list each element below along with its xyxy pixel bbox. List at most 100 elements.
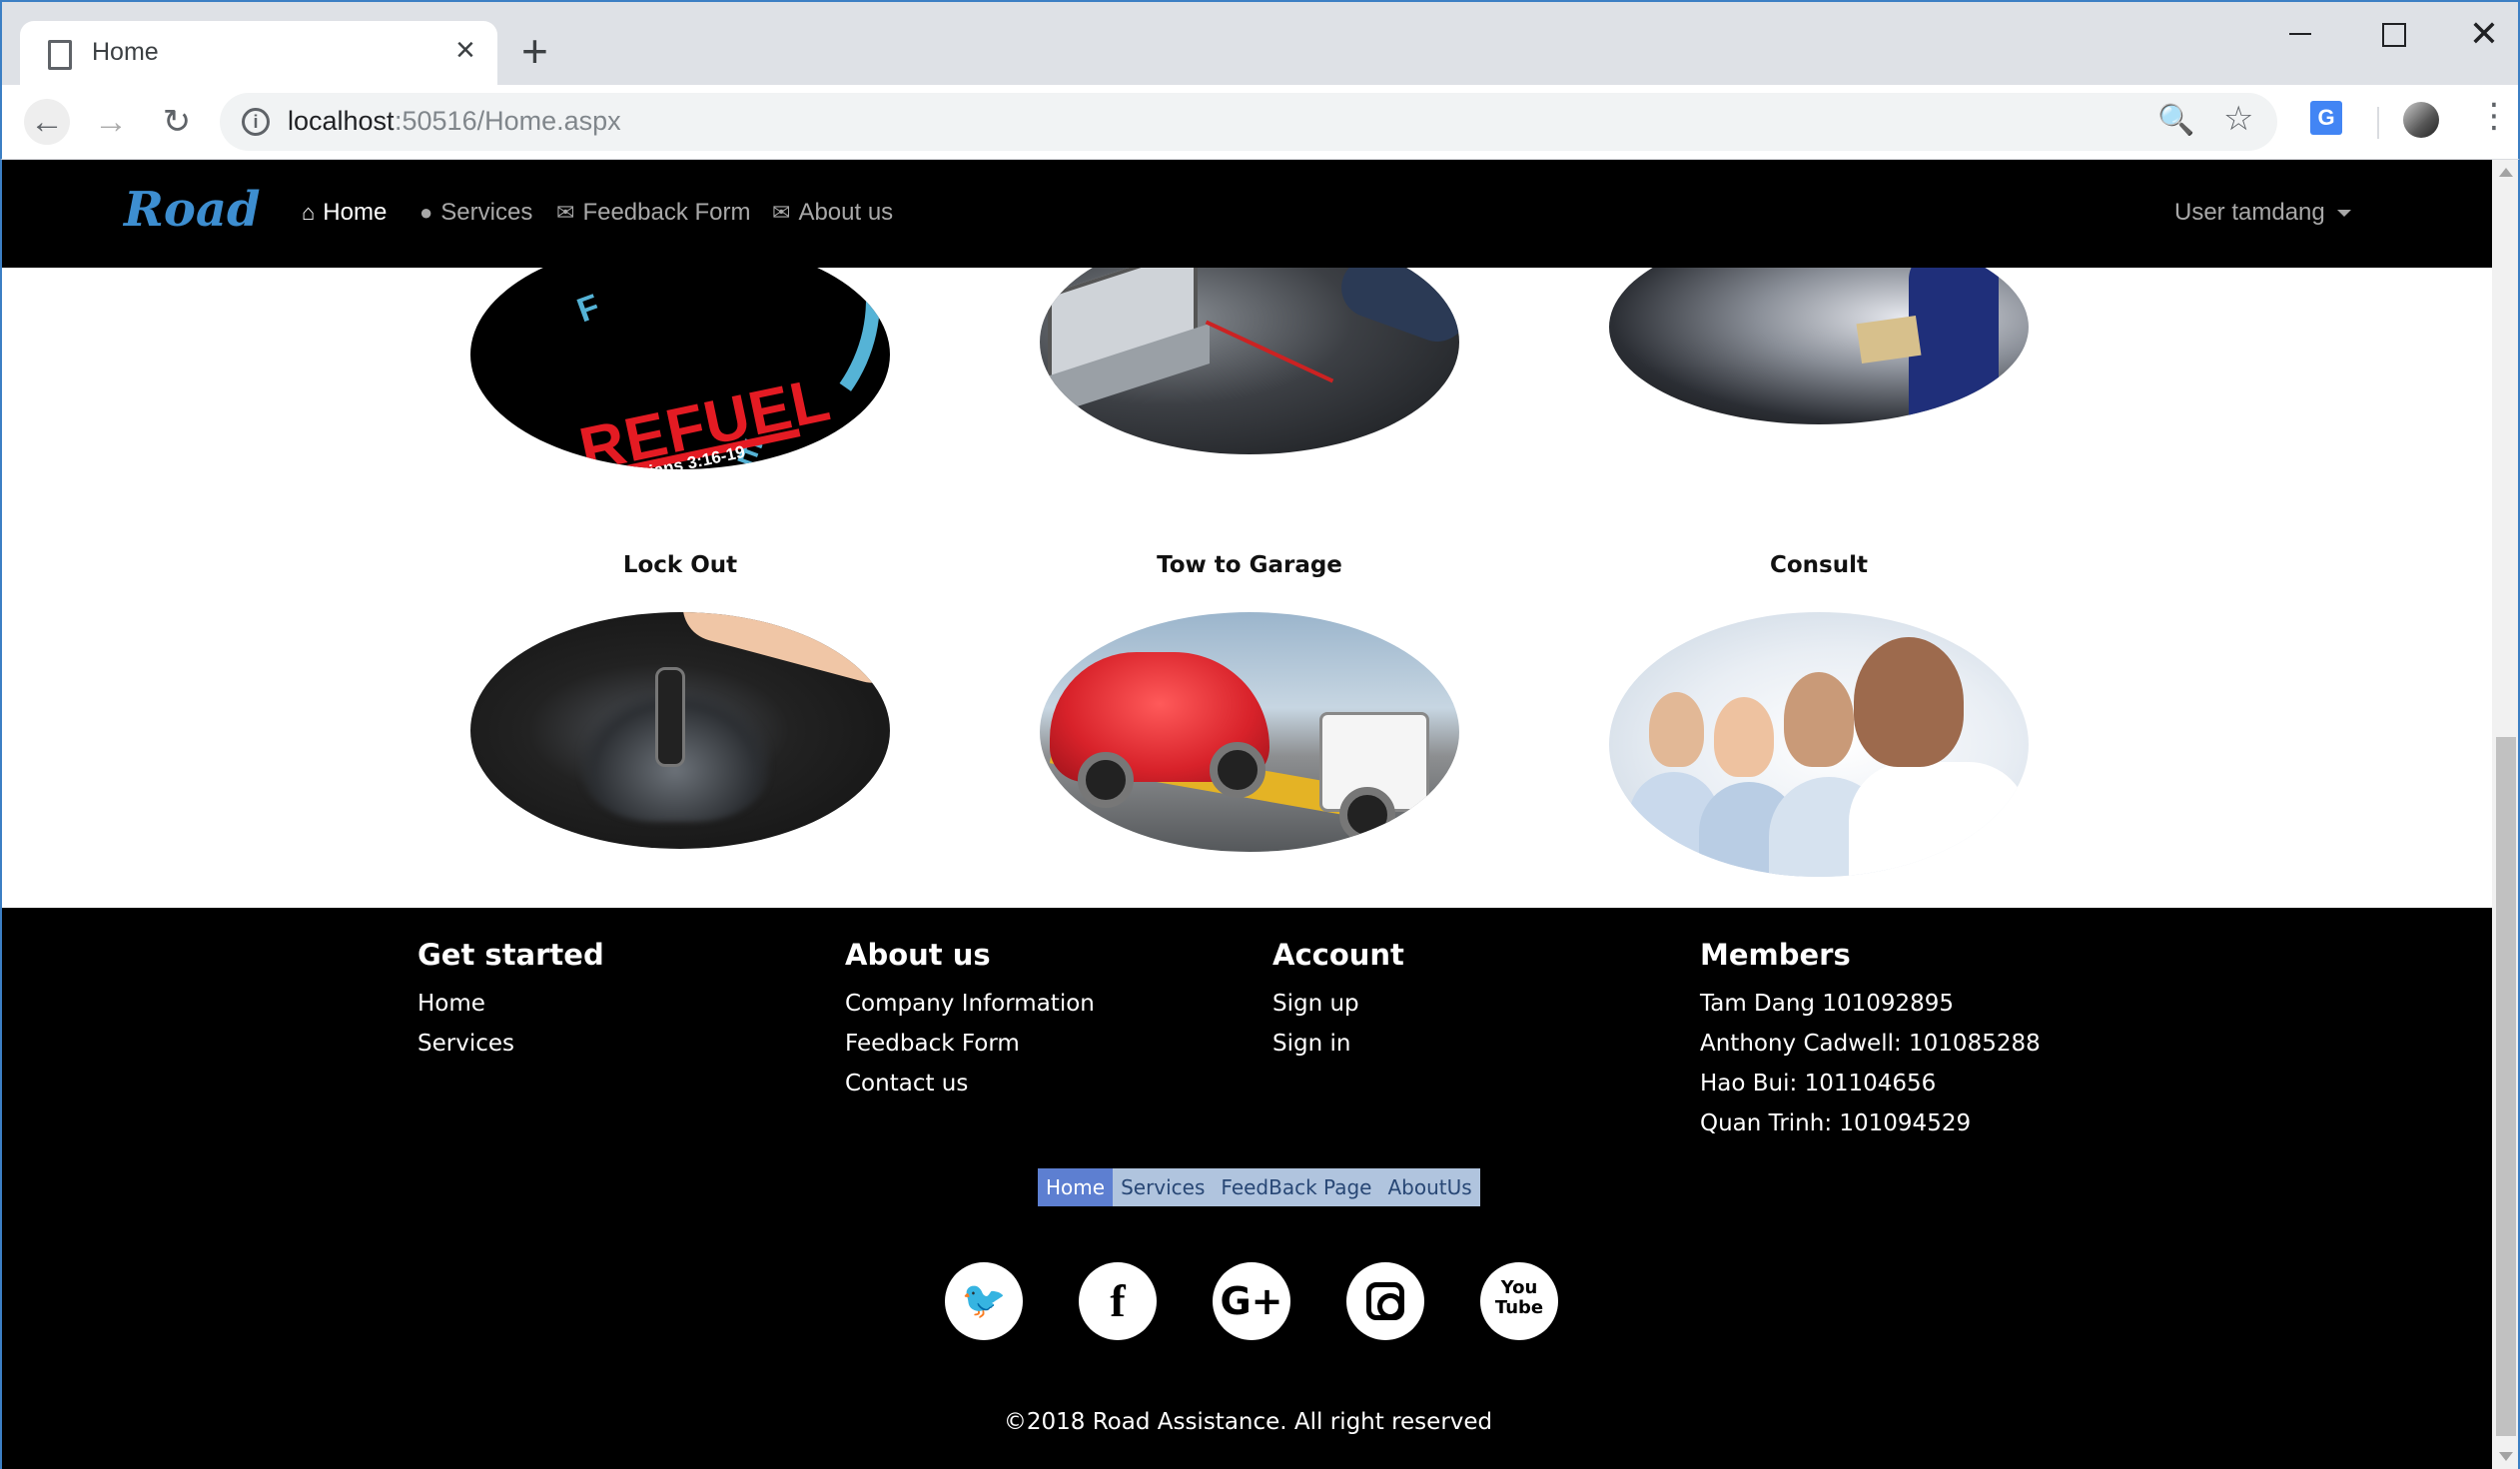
- user-dropdown[interactable]: User tamdang: [2174, 199, 2351, 227]
- service-caption-consult: Consult: [1770, 552, 1868, 578]
- hand-graphic: [674, 612, 890, 691]
- footer-column-about-us: About us Company Information Feedback Fo…: [845, 938, 1095, 1103]
- user-name: User tamdang: [2174, 199, 2325, 226]
- sitemap-item-aboutus[interactable]: AboutUs: [1379, 1168, 1479, 1206]
- person-face-graphic: [1784, 672, 1854, 767]
- service-caption-tow: Tow to Garage: [1157, 552, 1342, 578]
- service-caption-lock-out: Lock Out: [622, 552, 738, 578]
- zoom-icon[interactable]: 🔍: [2157, 103, 2194, 138]
- person-face-graphic: [1714, 697, 1774, 777]
- member-item: Hao Bui: 101104656: [1700, 1071, 1937, 1097]
- url-host: localhost: [288, 106, 395, 136]
- social-links: 🐦 f G+ You Tube: [945, 1262, 1584, 1342]
- comments-icon: ✉: [556, 200, 575, 225]
- minimize-button[interactable]: [2269, 14, 2329, 54]
- lock-out-service-image[interactable]: [470, 612, 890, 849]
- footer-column-get-started: Get started Home Services: [418, 938, 604, 1064]
- sitemap-menu: Home Services FeedBack Page AboutUs: [1038, 1168, 1480, 1206]
- tab-title: Home: [92, 38, 159, 66]
- wheel-graphic: [1210, 742, 1265, 798]
- nav-services-link[interactable]: ● Services: [420, 199, 532, 227]
- consult-service-image[interactable]: [1609, 612, 2029, 877]
- footer-heading: Members: [1700, 938, 1851, 972]
- sitemap-item-services[interactable]: Services: [1113, 1168, 1213, 1206]
- member-item: Anthony Cadwell: 101085288: [1700, 1031, 2041, 1057]
- tow-service-image[interactable]: [1040, 612, 1459, 852]
- url-path: :50516/Home.aspx: [395, 106, 621, 136]
- footer-link-feedback-form[interactable]: Feedback Form: [845, 1024, 1095, 1064]
- footer-heading: Get started: [418, 938, 604, 972]
- footer-heading: Account: [1272, 938, 1404, 972]
- instagram-glyph: [1366, 1282, 1404, 1320]
- footer-link-home[interactable]: Home: [418, 984, 604, 1024]
- site-navbar: Road ⌂ Home ● Services ✉ Feedback Form ✉ Abo…: [2, 160, 2492, 268]
- twitter-icon[interactable]: 🐦: [945, 1262, 1023, 1340]
- member-item: Tam Dang 101092895: [1700, 991, 1955, 1017]
- youtube-bottom-text: Tube: [1494, 1297, 1544, 1318]
- maximize-button[interactable]: [2361, 14, 2421, 54]
- nav-home-label: Home: [323, 199, 388, 226]
- globe-icon: ●: [420, 200, 433, 225]
- browser-chrome: Home × + ✕ ← → ↻ i localhost :50516/Home…: [0, 0, 2520, 160]
- google-plus-icon[interactable]: G+: [1213, 1262, 1290, 1340]
- translate-extension-icon[interactable]: G: [2310, 101, 2342, 135]
- footer-heading: About us: [845, 938, 991, 972]
- page-scrollbar[interactable]: [2492, 160, 2520, 1469]
- car-key-graphic: [655, 667, 685, 767]
- nav-services-label: Services: [440, 199, 533, 226]
- address-bar[interactable]: i localhost :50516/Home.aspx 🔍 ☆: [220, 93, 2277, 151]
- probe-wire-graphic: [1205, 320, 1334, 383]
- brand-logo[interactable]: Road: [124, 182, 261, 238]
- member-item: Quan Trinh: 101094529: [1700, 1110, 1972, 1136]
- back-arrow-icon[interactable]: ←: [24, 99, 70, 145]
- tab-strip: Home × + ✕: [0, 0, 2520, 87]
- tab-close-icon[interactable]: ×: [455, 33, 475, 67]
- sitemap-item-feedback[interactable]: FeedBack Page: [1213, 1168, 1379, 1206]
- nav-about-link[interactable]: ✉ About us: [772, 199, 893, 227]
- scroll-down-arrow-icon[interactable]: [2499, 1452, 2513, 1461]
- footer-link-sign-in[interactable]: Sign in: [1272, 1024, 1404, 1064]
- envelope-icon: ✉: [772, 200, 791, 225]
- nav-home-link[interactable]: ⌂ Home: [302, 199, 387, 227]
- youtube-icon[interactable]: You Tube: [1480, 1262, 1558, 1340]
- footer-link-company-info[interactable]: Company Information: [845, 984, 1095, 1024]
- wheel-graphic: [1339, 787, 1395, 843]
- footer-link-sign-up[interactable]: Sign up: [1272, 984, 1404, 1024]
- browser-tab[interactable]: Home ×: [20, 21, 497, 87]
- refuel-service-image[interactable]: F E REFUEL Ephesians 3:16-19: [470, 240, 890, 469]
- sitemap-item-home[interactable]: Home: [1038, 1168, 1114, 1206]
- wheel-graphic: [1078, 752, 1134, 808]
- site-footer: Get started Home Services About us Compa…: [2, 908, 2492, 1469]
- toolbar-divider: [2377, 107, 2379, 139]
- page-icon: [48, 40, 72, 70]
- bookmark-star-icon[interactable]: ☆: [2223, 99, 2253, 139]
- scroll-up-arrow-icon[interactable]: [2499, 168, 2513, 177]
- footer-link-contact-us[interactable]: Contact us: [845, 1064, 1095, 1103]
- site-info-icon[interactable]: i: [242, 108, 270, 136]
- page-viewport: F E REFUEL Ephesians 3:16-19 Lock Out To…: [0, 160, 2492, 1469]
- footer-column-members: Members Tam Dang 101092895 Anthony Cadwe…: [1700, 938, 2041, 1143]
- nav-about-label: About us: [798, 199, 894, 226]
- mechanic-body-graphic: [1909, 250, 1999, 424]
- nav-feedback-link[interactable]: ✉ Feedback Form: [556, 199, 751, 227]
- reload-icon[interactable]: ↻: [154, 99, 200, 145]
- browser-toolbar: ← → ↻ i localhost :50516/Home.aspx 🔍 ☆ G…: [0, 85, 2520, 160]
- scrollbar-thumb[interactable]: [2496, 737, 2516, 1436]
- home-icon: ⌂: [302, 200, 316, 225]
- facebook-icon[interactable]: f: [1079, 1262, 1157, 1340]
- instagram-icon[interactable]: [1346, 1262, 1424, 1340]
- footer-link-services[interactable]: Services: [418, 1024, 604, 1064]
- new-tab-button[interactable]: +: [521, 28, 548, 74]
- person-face-graphic: [1649, 692, 1704, 767]
- person-shirt-graphic: [1849, 762, 2029, 877]
- close-window-button[interactable]: ✕: [2454, 14, 2514, 54]
- browser-menu-icon[interactable]: ⋮: [2477, 99, 2511, 133]
- profile-avatar[interactable]: [2403, 102, 2439, 138]
- caret-down-icon: [2336, 210, 2351, 218]
- nav-feedback-label: Feedback Form: [582, 199, 751, 226]
- youtube-top-text: You: [1500, 1277, 1538, 1298]
- clipboard-graphic: [1856, 316, 1922, 364]
- person-face-graphic: [1854, 637, 1964, 767]
- forward-arrow-icon[interactable]: →: [88, 99, 134, 145]
- footer-column-account: Account Sign up Sign in: [1272, 938, 1404, 1064]
